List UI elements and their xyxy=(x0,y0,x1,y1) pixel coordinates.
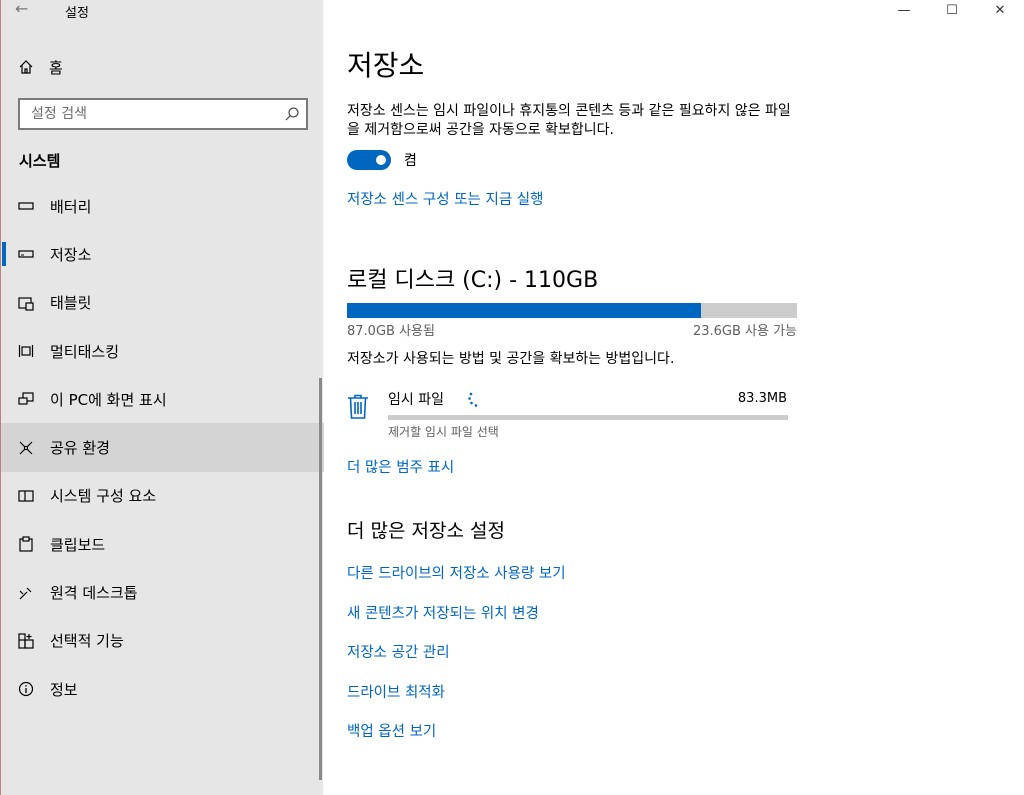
sidebar-item-label: 선택적 기능 xyxy=(50,632,124,651)
used-space-label: 87.0GB 사용됨 xyxy=(347,324,435,339)
toggle-label: 켬 xyxy=(404,153,417,169)
sidebar-item-label: 이 PC에 화면 표시 xyxy=(50,390,167,409)
nav-list: 배터리 저장소 태블릿 멀티태스킹 이 PC에 화면 표시 공유 환경 시스템 … xyxy=(1,182,324,713)
components-icon xyxy=(1,488,50,504)
configure-storage-sense-link[interactable]: 저장소 센스 구성 또는 지금 실행 xyxy=(347,188,543,209)
category-name: 임시 파일 xyxy=(388,392,444,408)
info-icon xyxy=(1,681,50,697)
title-bar: ← 설정 xyxy=(1,0,324,22)
nav-home[interactable]: 홈 xyxy=(1,50,324,84)
toggle-knob xyxy=(376,155,386,165)
change-save-location-link[interactable]: 새 콘텐츠가 저장되는 위치 변경 xyxy=(347,602,566,642)
free-space-label: 23.6GB 사용 가능 xyxy=(692,324,797,339)
multitasking-icon xyxy=(1,343,50,359)
sidebar-item-label: 태블릿 xyxy=(50,294,92,313)
maximize-button[interactable]: ☐ xyxy=(928,0,976,20)
view-backup-options-link[interactable]: 백업 옵션 보기 xyxy=(347,720,566,760)
sidebar-item-clipboard[interactable]: 클립보드 xyxy=(1,520,324,568)
category-usage-bar xyxy=(388,415,788,420)
sidebar-item-battery[interactable]: 배터리 xyxy=(1,182,324,230)
sidebar-item-label: 배터리 xyxy=(50,197,92,216)
sidebar-item-label: 정보 xyxy=(50,680,78,699)
drive-usage-bar xyxy=(347,303,797,318)
category-temp-files[interactable]: 임시 파일 83.3MB 제거할 임시 파일 선택 xyxy=(347,386,797,446)
sidebar-item-label: 멀티태스킹 xyxy=(50,342,120,361)
storage-icon xyxy=(1,246,50,262)
sidebar-item-tablet[interactable]: 태블릿 xyxy=(1,279,324,327)
minimize-button[interactable]: — xyxy=(880,0,928,20)
optional-features-icon xyxy=(1,633,50,649)
storage-sense-description: 저장소 센스는 임시 파일이나 휴지통의 콘텐츠 등과 같은 필요하지 않은 파… xyxy=(347,103,791,138)
home-label: 홈 xyxy=(49,58,63,77)
drive-title: 로컬 디스크 (C:) - 110GB xyxy=(347,268,599,293)
sidebar-item-optional-features[interactable]: 선택적 기능 xyxy=(1,617,324,665)
search-input[interactable] xyxy=(20,106,270,122)
section-label: 시스템 xyxy=(19,152,61,170)
trash-icon xyxy=(347,394,369,424)
close-button[interactable]: ✕ xyxy=(976,0,1024,20)
optimize-drives-link[interactable]: 드라이브 최적화 xyxy=(347,681,566,721)
storage-sense-toggle[interactable] xyxy=(347,150,391,170)
sidebar: ← 설정 홈 시스템 배터리 저장소 xyxy=(0,0,324,795)
sidebar-item-components[interactable]: 시스템 구성 요소 xyxy=(1,472,324,520)
selection-indicator xyxy=(2,242,6,267)
page-title: 저장소 xyxy=(347,49,425,82)
loading-spinner-icon xyxy=(467,390,485,412)
sidebar-item-label: 원격 데스크톱 xyxy=(50,584,138,603)
window-title: 설정 xyxy=(65,6,89,21)
battery-icon xyxy=(1,198,50,214)
tablet-icon xyxy=(1,295,50,311)
home-icon xyxy=(1,59,49,75)
sidebar-item-info[interactable]: 정보 xyxy=(1,665,324,713)
drive-usage-fill xyxy=(347,303,701,318)
remote-desktop-icon xyxy=(1,585,50,601)
clipboard-icon xyxy=(1,536,50,552)
sidebar-item-multitasking[interactable]: 멀티태스킹 xyxy=(1,327,324,375)
more-settings-links: 다른 드라이브의 저장소 사용량 보기 새 콘텐츠가 저장되는 위치 변경 저장… xyxy=(347,562,566,760)
usage-description: 저장소가 사용되는 방법 및 공간을 확보하는 방법입니다. xyxy=(347,351,675,367)
sidebar-item-label: 클립보드 xyxy=(50,535,106,554)
view-other-drives-link[interactable]: 다른 드라이브의 저장소 사용량 보기 xyxy=(347,562,566,602)
more-settings-title: 더 많은 저장소 설정 xyxy=(347,520,505,542)
sidebar-item-remote-desktop[interactable]: 원격 데스크톱 xyxy=(1,568,324,616)
sidebar-scrollbar[interactable] xyxy=(319,378,322,780)
sidebar-item-shared-experiences[interactable]: 공유 환경 xyxy=(1,423,324,472)
sidebar-item-storage[interactable]: 저장소 xyxy=(1,230,324,278)
search-box[interactable] xyxy=(18,98,308,130)
manage-storage-spaces-link[interactable]: 저장소 공간 관리 xyxy=(347,641,566,681)
search-icon[interactable] xyxy=(284,106,300,126)
back-button[interactable]: ← xyxy=(15,0,37,20)
shared-experiences-icon xyxy=(1,440,50,456)
category-size: 83.3MB xyxy=(737,391,787,406)
sidebar-item-label: 시스템 구성 요소 xyxy=(50,487,157,506)
project-icon xyxy=(1,391,50,407)
sidebar-item-project[interactable]: 이 PC에 화면 표시 xyxy=(1,375,324,423)
sidebar-item-label: 저장소 xyxy=(50,245,92,264)
sidebar-item-label: 공유 환경 xyxy=(50,439,110,458)
storage-sense-toggle-row: 켬 xyxy=(347,150,417,170)
category-subtitle: 제거할 임시 파일 선택 xyxy=(388,425,499,439)
window-controls: — ☐ ✕ xyxy=(880,0,1024,20)
show-more-categories-link[interactable]: 더 많은 범주 표시 xyxy=(347,456,454,477)
